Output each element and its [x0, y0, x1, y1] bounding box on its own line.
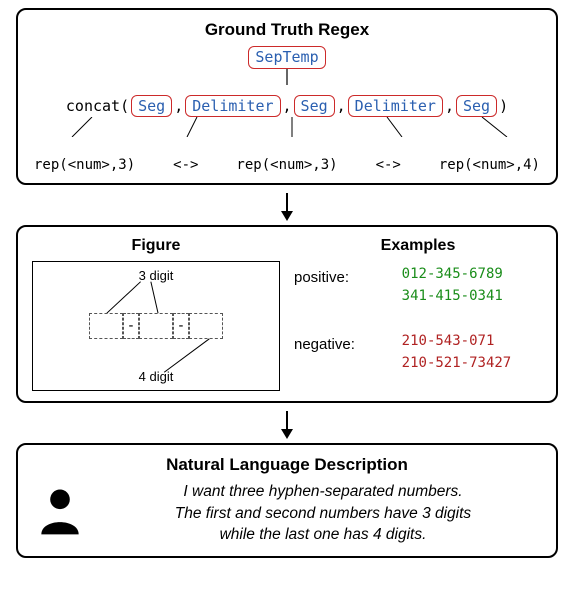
figure-column: Figure 3 digit - - 4 digit	[32, 237, 280, 391]
negative-0: 210-543-071	[402, 330, 542, 352]
septemp-badge: SepTemp	[248, 46, 325, 69]
expansion-0: rep(<num>,3)	[34, 157, 135, 173]
positive-1: 341-415-0341	[402, 285, 542, 307]
figure-title: Figure	[32, 237, 280, 255]
arrow-2	[16, 411, 558, 439]
part-3-badge: Delimiter	[348, 95, 443, 118]
figure-examples-panel: Figure 3 digit - - 4 digit Examples posi	[16, 225, 558, 403]
ground-truth-regex-panel: Ground Truth Regex SepTemp concat( Seg ,…	[16, 8, 558, 185]
figure-top-label: 3 digit	[139, 268, 174, 283]
positive-label: positive:	[294, 263, 386, 286]
root-template-row: SepTemp	[32, 46, 542, 69]
seg-box-2	[139, 313, 173, 339]
figure-bottom-label: 4 digit	[139, 369, 174, 384]
panel3-title: Natural Language Description	[32, 455, 542, 475]
comma-1: ,	[283, 97, 292, 115]
seg-dash-2: -	[173, 313, 189, 339]
concat-connectors	[32, 117, 542, 137]
concat-close: )	[499, 97, 508, 115]
concat-open: concat(	[66, 97, 129, 115]
comma-3: ,	[445, 97, 454, 115]
part-4-badge: Seg	[456, 95, 497, 118]
examples-grid: positive: 012-345-6789 341-415-0341 nega…	[294, 263, 542, 375]
examples-column: Examples positive: 012-345-6789 341-415-…	[294, 237, 542, 391]
description-panel: Natural Language Description I want thre…	[16, 443, 558, 558]
panel1-title: Ground Truth Regex	[32, 20, 542, 40]
negative-values: 210-543-071 210-521-73427	[402, 330, 542, 375]
positive-values: 012-345-6789 341-415-0341	[402, 263, 542, 308]
part-2-badge: Seg	[294, 95, 335, 118]
comma-0: ,	[174, 97, 183, 115]
seg-box-1	[89, 313, 123, 339]
positive-0: 012-345-6789	[402, 263, 542, 285]
seg-dash-1: -	[123, 313, 139, 339]
figure-box: 3 digit - - 4 digit	[32, 261, 280, 391]
expansion-2: rep(<num>,3)	[236, 157, 337, 173]
examples-title: Examples	[294, 237, 542, 255]
desc-line-1: I want three hyphen-separated numbers.	[104, 481, 542, 503]
arrow-1	[16, 193, 558, 221]
desc-line-2: The first and second numbers have 3 digi…	[104, 503, 542, 525]
negative-label: negative:	[294, 330, 386, 353]
part-1-badge: Delimiter	[185, 95, 280, 118]
expansion-row: rep(<num>,3) <-> rep(<num>,3) <-> rep(<n…	[32, 157, 542, 173]
connector-root	[282, 69, 292, 85]
arrow-down-icon	[277, 193, 297, 221]
comma-2: ,	[337, 97, 346, 115]
part-0-badge: Seg	[131, 95, 172, 118]
negative-1: 210-521-73427	[402, 352, 542, 374]
person-icon	[32, 483, 88, 544]
concat-row: concat( Seg , Delimiter , Seg , Delimite…	[32, 95, 542, 118]
arrow-down-icon	[277, 411, 297, 439]
expansion-1: <->	[173, 157, 198, 173]
expansion-4: rep(<num>,4)	[439, 157, 540, 173]
segment-strip: - -	[89, 313, 223, 339]
description-body: I want three hyphen-separated numbers. T…	[32, 481, 542, 546]
desc-line-3: while the last one has 4 digits.	[104, 524, 542, 546]
expansion-3: <->	[376, 157, 401, 173]
seg-box-3	[189, 313, 223, 339]
description-text: I want three hyphen-separated numbers. T…	[104, 481, 542, 546]
